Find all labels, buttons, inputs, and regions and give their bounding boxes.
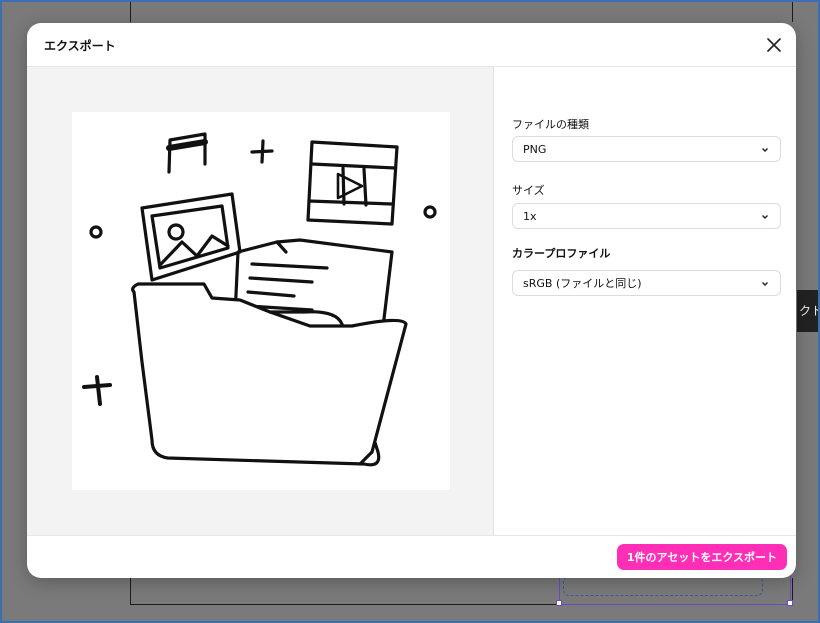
- export-dialog: エクスポート ファイルの種類 PNG サイズ 1x カラープロファイル sRGB…: [27, 23, 796, 578]
- color-profile-select[interactable]: sRGB (ファイルと同じ): [512, 270, 781, 296]
- color-profile-value: sRGB (ファイルと同じ): [523, 277, 642, 290]
- dialog-title: エクスポート: [44, 39, 116, 53]
- export-settings-panel: ファイルの種類 PNG サイズ 1x カラープロファイル sRGB (ファイルと…: [495, 67, 796, 535]
- file-type-value: PNG: [523, 142, 547, 156]
- resize-handle[interactable]: [556, 600, 562, 606]
- chevron-down-icon: [762, 148, 768, 152]
- file-type-select[interactable]: PNG: [512, 136, 781, 162]
- file-type-label: ファイルの種類: [512, 118, 589, 131]
- export-assets-button[interactable]: 1件のアセットをエクスポート: [616, 544, 787, 570]
- canvas-frame: [130, 0, 793, 22]
- selected-element[interactable]: [563, 576, 763, 596]
- music-note-icon: [166, 132, 208, 174]
- size-value: 1x: [523, 209, 537, 223]
- folder-icon: [131, 282, 408, 467]
- dialog-footer: 1件のアセットをエクスポート: [27, 535, 796, 578]
- background-tooltip: クト: [797, 290, 820, 332]
- photo-card-icon: [140, 192, 242, 282]
- color-profile-label: カラープロファイル: [512, 247, 611, 260]
- chevron-down-icon: [762, 282, 768, 286]
- folder-illustration: [82, 132, 437, 467]
- video-clip-icon: [306, 140, 399, 226]
- preview-panel: [27, 67, 494, 535]
- close-button[interactable]: [764, 35, 784, 55]
- dialog-header: エクスポート: [27, 23, 796, 67]
- resize-handle[interactable]: [787, 600, 793, 606]
- chevron-down-icon: [762, 215, 768, 219]
- asset-preview: [72, 112, 450, 490]
- size-select[interactable]: 1x: [512, 203, 781, 229]
- close-icon: [767, 38, 781, 52]
- size-label: サイズ: [512, 184, 545, 197]
